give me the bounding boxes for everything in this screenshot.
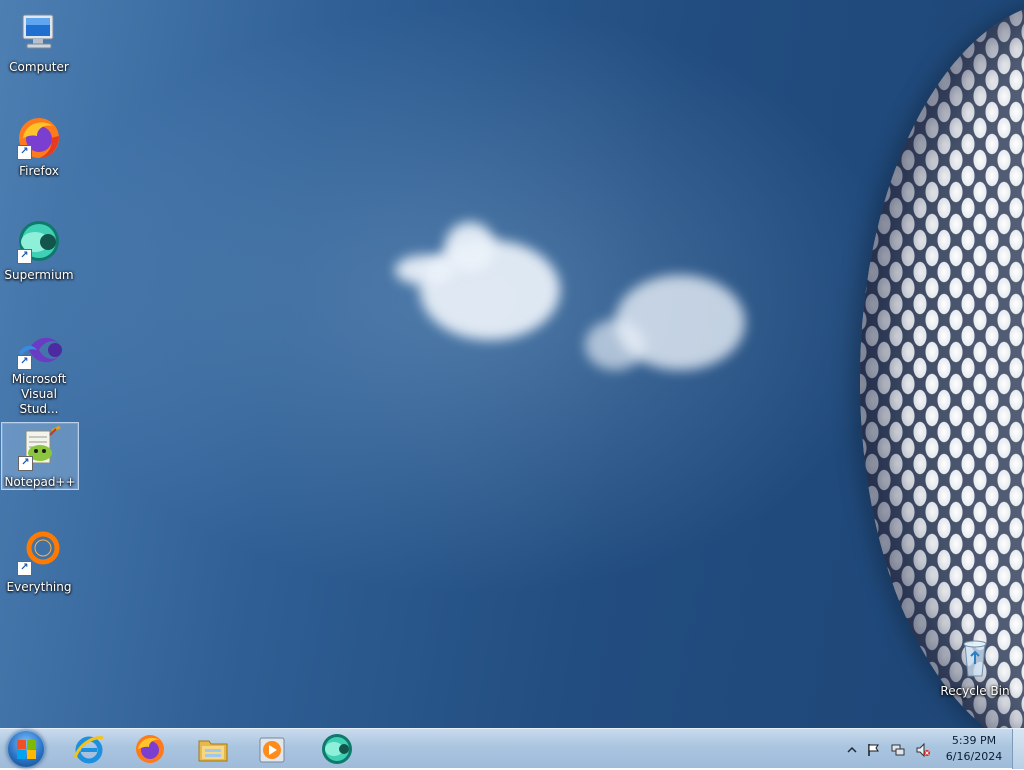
taskbar-media-player[interactable] [256, 732, 290, 766]
taskbar-supermium[interactable] [320, 732, 354, 766]
shortcut-arrow-icon: ↗ [17, 561, 32, 576]
desktop-icon-everything[interactable]: ↗ Everything [1, 528, 77, 595]
taskbar-internet-explorer[interactable] [72, 732, 106, 766]
shortcut-arrow-icon: ↗ [17, 145, 32, 160]
shortcut-arrow-icon: ↗ [17, 249, 32, 264]
windows-start-icon [17, 740, 37, 760]
desktop-icon-supermium[interactable]: ↗ Supermium [1, 216, 77, 283]
clock-time: 5:39 PM [951, 734, 997, 747]
everything-icon: ↗ [15, 530, 63, 578]
clock-date: 6/16/2024 [945, 750, 1003, 763]
recycle-bin-icon [951, 634, 999, 682]
desktop-icon-label-line2: Visual Stud... [19, 387, 59, 416]
desktop-icon-notepad-plus-plus[interactable]: ↗ Notepad++ [1, 422, 79, 490]
desktop-icon-label: Everything [6, 580, 72, 594]
desktop-icon-label: Computer [9, 60, 69, 74]
shortcut-arrow-icon: ↗ [18, 456, 33, 471]
network-icon[interactable] [891, 742, 905, 756]
firefox-icon [136, 735, 164, 763]
internet-explorer-icon [73, 736, 104, 764]
computer-icon [15, 10, 63, 58]
taskbar-file-explorer[interactable] [196, 732, 230, 766]
action-center-flag-icon[interactable] [866, 742, 880, 756]
show-hidden-icons-chevron[interactable] [845, 742, 859, 756]
desktop-icon-label-line1: Microsoft [11, 372, 67, 386]
file-explorer-icon [198, 740, 228, 762]
wallpaper-cloud [585, 320, 645, 370]
system-clock[interactable]: 5:39 PM 6/16/2024 [938, 733, 1010, 765]
shortcut-arrow-icon: ↗ [17, 355, 32, 370]
start-button[interactable] [7, 730, 45, 768]
wallpaper-building [860, 0, 1024, 728]
desktop-icon-visual-studio[interactable]: ↗ Microsoft Visual Stud... [1, 328, 77, 417]
desktop[interactable]: Computer ↗ Firefox ↗ Supermium ↗ Microso… [0, 0, 1024, 728]
media-player-icon [259, 737, 285, 763]
volume-muted-icon[interactable] [916, 742, 930, 758]
desktop-icon-firefox[interactable]: ↗ Firefox [1, 112, 77, 179]
notepad-plus-plus-icon: ↗ [16, 425, 64, 473]
taskbar: 5:39 PM 6/16/2024 [0, 728, 1024, 769]
desktop-icon-label: Supermium [4, 268, 74, 282]
show-desktop-button[interactable] [1012, 729, 1024, 769]
taskbar-firefox[interactable] [133, 732, 167, 766]
wallpaper-cloud [395, 255, 455, 285]
firefox-icon: ↗ [15, 114, 63, 162]
desktop-icon-label: Notepad++ [4, 475, 76, 489]
supermium-icon: ↗ [15, 218, 63, 266]
wallpaper-cloud [445, 222, 495, 272]
supermium-icon [322, 734, 352, 764]
desktop-icon-computer[interactable]: Computer [1, 8, 77, 75]
visual-studio-icon: ↗ [15, 330, 63, 370]
desktop-icon-label: Recycle Bin [940, 684, 1010, 698]
desktop-icon-label: Firefox [19, 164, 59, 178]
desktop-icon-recycle-bin[interactable]: Recycle Bin [937, 632, 1013, 699]
